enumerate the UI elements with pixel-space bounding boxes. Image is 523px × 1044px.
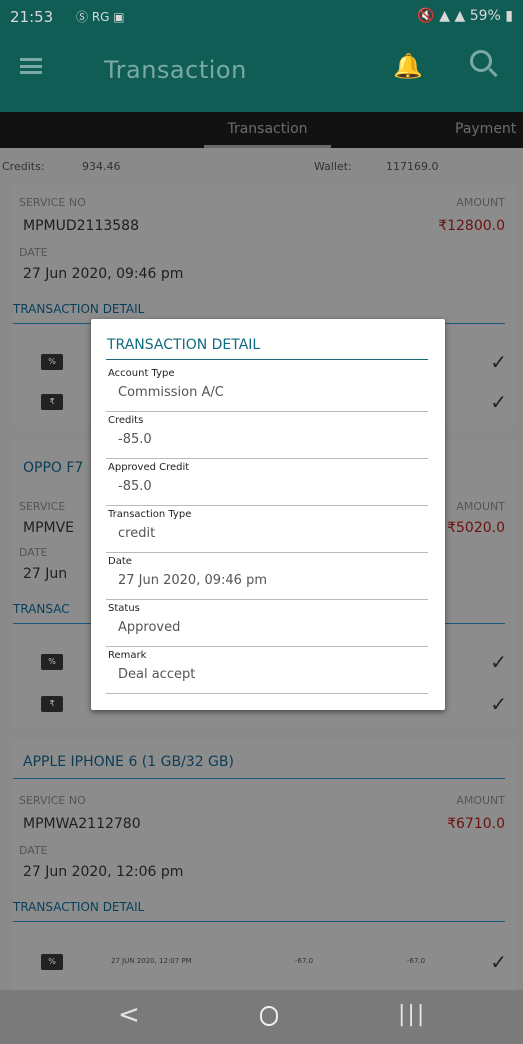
date-label: DATE	[19, 246, 48, 259]
transaction-detail-dialog: TRANSACTION DETAIL Account Type Commissi…	[91, 319, 445, 710]
percent-icon: %	[41, 954, 63, 970]
field-label: Approved Credit	[108, 462, 190, 473]
field-value: Commission A/C	[118, 385, 224, 400]
percent-icon: %	[41, 654, 63, 670]
search-icon[interactable]	[470, 50, 492, 72]
field-remark: Remark Deal accept	[106, 647, 428, 694]
check-icon: ✓	[490, 390, 507, 414]
section-divider	[13, 778, 505, 779]
date-label: DATE	[19, 844, 48, 857]
page-title: Transaction	[104, 56, 247, 84]
tab-transaction[interactable]: Transaction	[204, 121, 331, 137]
wallet-label: Wallet:	[314, 160, 352, 173]
check-icon: ✓	[490, 350, 507, 374]
status-time: 21:53	[10, 8, 54, 26]
field-label: Transaction Type	[108, 509, 192, 520]
field-value: -85.0	[118, 479, 152, 494]
system-nav-bar: < |||	[0, 990, 523, 1044]
menu-icon[interactable]	[20, 58, 42, 74]
dialog-title: TRANSACTION DETAIL	[107, 337, 261, 353]
date-label: DATE	[19, 546, 48, 559]
transaction-detail-section: TRANSACTION DETAIL	[13, 302, 515, 324]
field-credits: Credits -85.0	[106, 412, 428, 459]
status-notification-icons: Ⓢ RG ▣	[76, 10, 125, 24]
row-approved: -67.0	[407, 957, 426, 965]
section-divider	[13, 921, 505, 922]
amount-value: ₹12800.0	[438, 218, 505, 234]
row-date: 27 JUN 2020, 12:07 PM	[111, 957, 192, 965]
dialog-title-divider	[106, 359, 428, 360]
summary-row: Credits: 934.46 Wallet: 117169.0	[0, 150, 523, 182]
check-icon: ✓	[490, 950, 507, 974]
rupee-icon: ₹	[41, 394, 63, 410]
date-value: 27 Jun 2020, 12:06 pm	[23, 864, 184, 880]
amount-label: AMOUNT	[456, 794, 505, 807]
service-no-label: SERVICE NO	[19, 794, 86, 807]
rupee-icon: ₹	[41, 696, 63, 712]
field-value: -85.0	[118, 432, 152, 447]
transaction-detail-section: TRANSACTION DETAIL	[13, 900, 515, 922]
check-icon: ✓	[490, 692, 507, 716]
field-label: Status	[108, 603, 140, 614]
percent-icon: %	[41, 354, 63, 370]
field-approved-credit: Approved Credit -85.0	[106, 459, 428, 506]
check-icon: ✓	[490, 650, 507, 674]
transaction-card[interactable]: APPLE IPHONE 6 (1 GB/32 GB) SERVICE NO A…	[13, 740, 515, 990]
amount-label: AMOUNT	[456, 500, 505, 513]
field-label: Credits	[108, 415, 144, 426]
date-value: 27 Jun 2020, 09:46 pm	[23, 266, 184, 282]
field-status: Status Approved	[106, 600, 428, 647]
field-label: Remark	[108, 650, 147, 661]
service-no-label: SERVICE	[19, 500, 66, 513]
row-credits: -67.0	[295, 957, 314, 965]
field-value: Deal accept	[118, 667, 196, 682]
field-date: Date 27 Jun 2020, 09:46 pm	[106, 553, 428, 600]
card-title: APPLE IPHONE 6 (1 GB/32 GB)	[23, 754, 234, 770]
service-no: MPMUD2113588	[23, 218, 139, 234]
recent-apps-icon[interactable]: |||	[398, 1002, 426, 1027]
service-no-label: SERVICE NO	[19, 196, 86, 209]
field-label: Account Type	[108, 368, 175, 379]
status-system-icons: 🔇 ▲ ▲ 59% ▮	[417, 8, 513, 24]
section-title: TRANSACTION DETAIL	[13, 302, 145, 316]
card-title: OPPO F7	[23, 460, 84, 476]
credits-value: 934.46	[82, 160, 121, 173]
back-icon[interactable]: <	[118, 1000, 140, 1030]
field-transaction-type: Transaction Type credit	[106, 506, 428, 553]
field-value: Approved	[118, 620, 181, 635]
service-no: MPMWA2112780	[23, 816, 141, 832]
service-no: MPMVE	[23, 520, 75, 536]
credits-label: Credits:	[2, 160, 45, 173]
amount-label: AMOUNT	[456, 196, 505, 209]
wallet-value: 117169.0	[386, 160, 439, 173]
tab-payment[interactable]: Payment	[455, 121, 516, 137]
home-icon[interactable]	[260, 1006, 278, 1026]
app-bar: Transaction 🔔	[0, 34, 523, 112]
section-title: TRANSAC	[13, 602, 70, 616]
bell-icon[interactable]: 🔔	[393, 52, 423, 80]
field-label: Date	[108, 556, 132, 567]
date-value: 27 Jun	[23, 566, 68, 582]
field-value: 27 Jun 2020, 09:46 pm	[118, 573, 267, 588]
field-account-type: Account Type Commission A/C	[106, 365, 428, 412]
amount-value: ₹5020.0	[447, 520, 505, 536]
amount-value: ₹6710.0	[447, 816, 505, 832]
tab-bar: Transaction Payment	[0, 112, 523, 148]
field-value: credit	[118, 526, 156, 541]
status-bar: 21:53 Ⓢ RG ▣ 🔇 ▲ ▲ 59% ▮	[0, 0, 523, 34]
tab-indicator	[204, 145, 331, 148]
section-title: TRANSACTION DETAIL	[13, 900, 145, 914]
